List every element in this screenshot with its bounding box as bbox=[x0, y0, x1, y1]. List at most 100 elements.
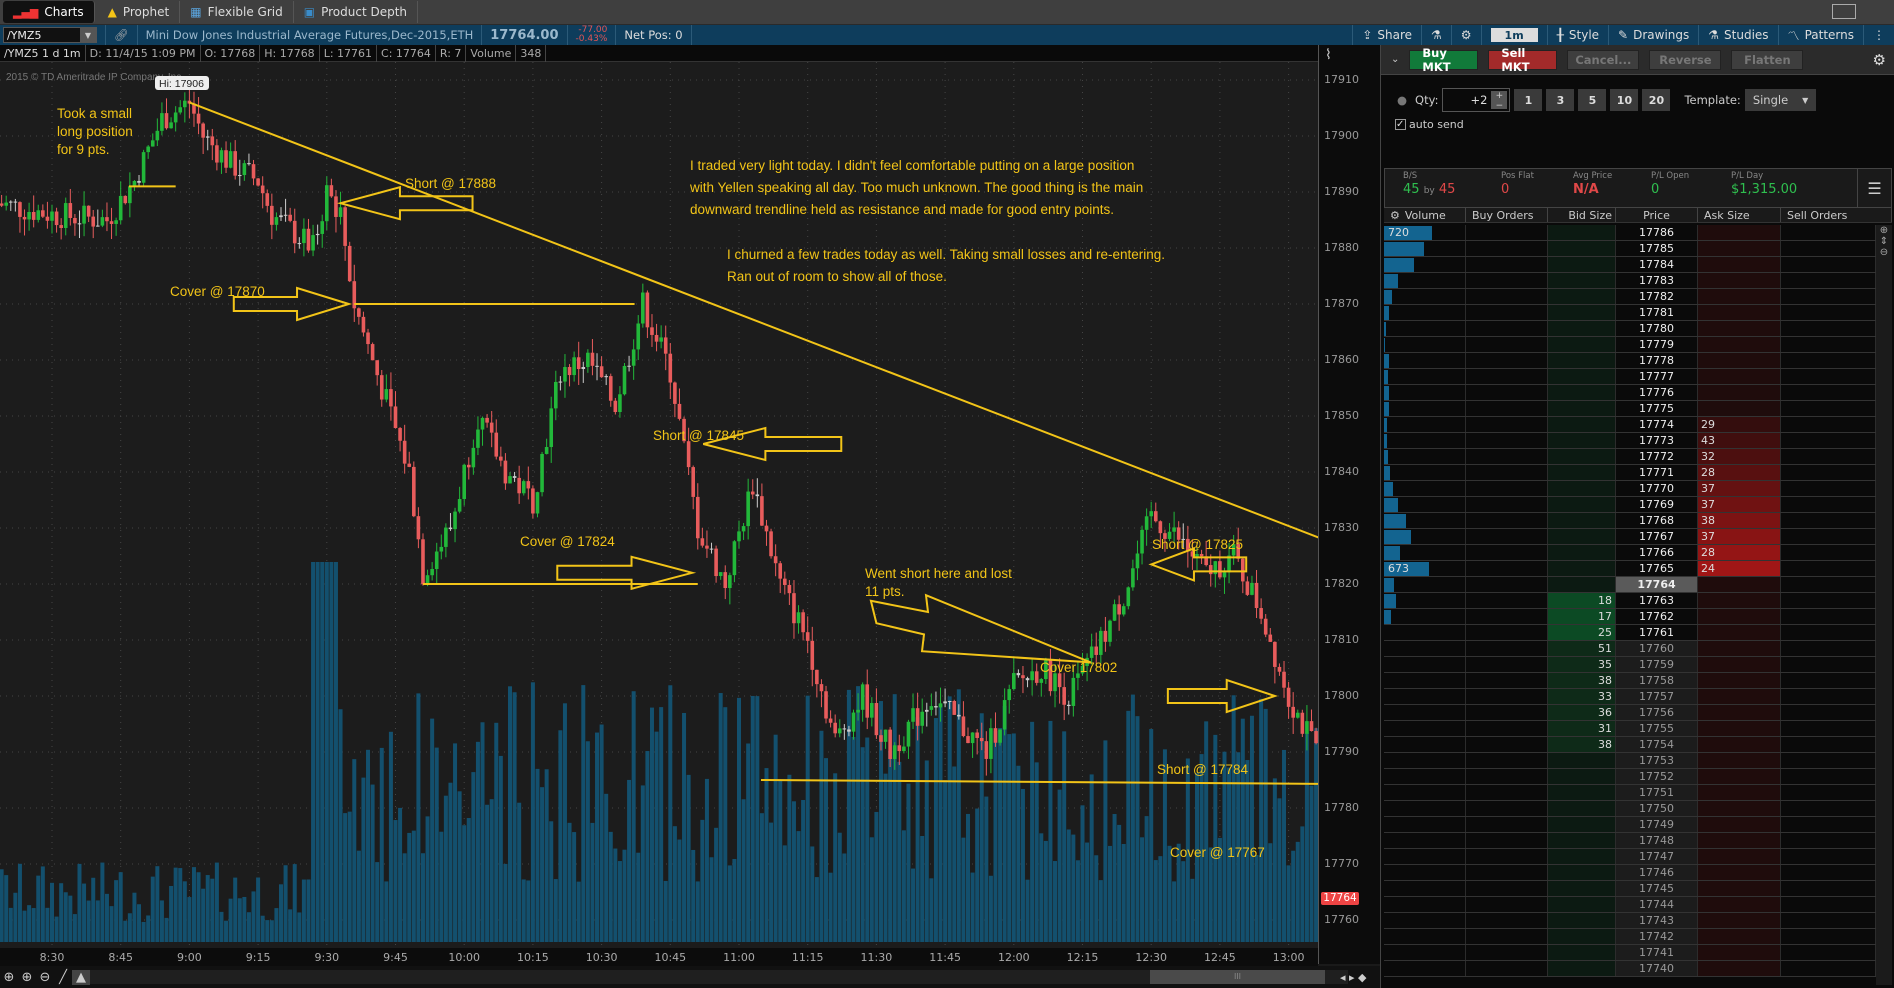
help-icon[interactable]: ● bbox=[1397, 93, 1407, 107]
buy-orders-cell[interactable] bbox=[1466, 273, 1548, 288]
sell-orders-cell[interactable] bbox=[1781, 529, 1876, 544]
bid-size-cell[interactable] bbox=[1548, 497, 1616, 512]
bid-size-cell[interactable] bbox=[1548, 529, 1616, 544]
sell-orders-cell[interactable] bbox=[1781, 545, 1876, 560]
gear-icon[interactable]: ⚙ bbox=[1390, 209, 1400, 222]
buy-orders-cell[interactable] bbox=[1466, 417, 1548, 432]
center-icon[interactable]: ⇕ bbox=[1876, 236, 1892, 247]
ask-size-cell[interactable] bbox=[1698, 945, 1781, 960]
ask-size-cell[interactable] bbox=[1698, 273, 1781, 288]
ask-size-cell[interactable]: 29 bbox=[1698, 417, 1781, 432]
reverse-button[interactable]: Reverse bbox=[1649, 49, 1722, 70]
bid-size-cell[interactable] bbox=[1548, 417, 1616, 432]
buy-orders-cell[interactable] bbox=[1466, 721, 1548, 736]
bid-size-cell[interactable] bbox=[1548, 769, 1616, 784]
ask-size-cell[interactable]: 38 bbox=[1698, 513, 1781, 528]
buy-orders-cell[interactable] bbox=[1466, 737, 1548, 752]
bid-size-cell[interactable] bbox=[1548, 881, 1616, 896]
bid-size-cell[interactable] bbox=[1548, 369, 1616, 384]
buy-orders-cell[interactable] bbox=[1466, 625, 1548, 640]
bid-size-cell[interactable] bbox=[1548, 817, 1616, 832]
sell-orders-cell[interactable] bbox=[1781, 337, 1876, 352]
qty-1-button[interactable]: 1 bbox=[1514, 89, 1543, 111]
sell-orders-cell[interactable] bbox=[1781, 417, 1876, 432]
buy-orders-cell[interactable] bbox=[1466, 769, 1548, 784]
sell-orders-cell[interactable] bbox=[1781, 289, 1876, 304]
ask-size-cell[interactable] bbox=[1698, 641, 1781, 656]
bid-size-cell[interactable] bbox=[1548, 241, 1616, 256]
col-volume[interactable]: ⚙ Volume bbox=[1384, 208, 1466, 222]
tab-prophet[interactable]: ▲ Prophet bbox=[98, 1, 181, 23]
bid-size-cell[interactable]: 25 bbox=[1548, 625, 1616, 640]
col-price[interactable]: Price bbox=[1616, 208, 1698, 222]
price-chart[interactable]: 2015 © TD Ameritrade IP Company, Inc. Hi… bbox=[0, 62, 1578, 964]
buy-orders-cell[interactable] bbox=[1466, 833, 1548, 848]
ask-size-cell[interactable] bbox=[1698, 305, 1781, 320]
chevron-down-icon[interactable]: ▼ bbox=[80, 28, 96, 42]
tab-product-depth[interactable]: ▣ Product Depth bbox=[294, 1, 419, 23]
patterns-button[interactable]: 〽 Patterns bbox=[1777, 25, 1863, 45]
qty-5-button[interactable]: 5 bbox=[1578, 89, 1607, 111]
style-button[interactable]: ╂ Style bbox=[1546, 25, 1608, 45]
ask-size-cell[interactable] bbox=[1698, 737, 1781, 752]
ask-size-cell[interactable]: 37 bbox=[1698, 497, 1781, 512]
bid-size-cell[interactable] bbox=[1548, 449, 1616, 464]
sell-orders-cell[interactable] bbox=[1781, 641, 1876, 656]
buy-orders-cell[interactable] bbox=[1466, 817, 1548, 832]
ask-size-cell[interactable] bbox=[1698, 801, 1781, 816]
buy-orders-cell[interactable] bbox=[1466, 785, 1548, 800]
buy-orders-cell[interactable] bbox=[1466, 657, 1548, 672]
gear-icon[interactable]: ⚙ bbox=[1873, 51, 1886, 69]
bid-size-cell[interactable] bbox=[1548, 257, 1616, 272]
qty-input[interactable]: +2 + − bbox=[1442, 88, 1511, 112]
ask-size-cell[interactable]: 28 bbox=[1698, 465, 1781, 480]
bid-size-cell[interactable]: 35 bbox=[1548, 657, 1616, 672]
ask-size-cell[interactable] bbox=[1698, 849, 1781, 864]
buy-orders-cell[interactable] bbox=[1466, 305, 1548, 320]
bid-size-cell[interactable] bbox=[1548, 305, 1616, 320]
buy-orders-cell[interactable] bbox=[1466, 881, 1548, 896]
ask-size-cell[interactable] bbox=[1698, 225, 1781, 240]
ask-size-cell[interactable] bbox=[1698, 721, 1781, 736]
sell-orders-cell[interactable] bbox=[1781, 625, 1876, 640]
bid-size-cell[interactable]: 33 bbox=[1548, 689, 1616, 704]
sell-orders-cell[interactable] bbox=[1781, 833, 1876, 848]
drawings-button[interactable]: ✎ Drawings bbox=[1608, 25, 1698, 45]
bid-size-cell[interactable] bbox=[1548, 513, 1616, 528]
buy-mkt-button[interactable]: Buy MKT bbox=[1409, 46, 1479, 74]
draw-line-icon[interactable]: ╱ bbox=[54, 970, 72, 985]
bid-size-cell[interactable]: 51 bbox=[1548, 641, 1616, 656]
sell-orders-cell[interactable] bbox=[1781, 753, 1876, 768]
buy-orders-cell[interactable] bbox=[1466, 593, 1548, 608]
sell-orders-cell[interactable] bbox=[1781, 913, 1876, 928]
buy-orders-cell[interactable] bbox=[1466, 913, 1548, 928]
expand-icon[interactable]: ▲ bbox=[72, 969, 90, 985]
sell-orders-cell[interactable] bbox=[1781, 385, 1876, 400]
list-menu-icon[interactable]: ☰ bbox=[1857, 169, 1891, 207]
ask-size-cell[interactable] bbox=[1698, 577, 1781, 592]
col-sell-orders[interactable]: Sell Orders bbox=[1781, 208, 1892, 222]
buy-orders-cell[interactable] bbox=[1466, 225, 1548, 240]
ask-size-cell[interactable] bbox=[1698, 689, 1781, 704]
chart-canvas[interactable]: 2015 © TD Ameritrade IP Company, Inc. Hi… bbox=[0, 62, 1578, 948]
bid-size-cell[interactable] bbox=[1548, 481, 1616, 496]
bid-size-cell[interactable] bbox=[1548, 577, 1616, 592]
settings-button[interactable]: ⚙ bbox=[1450, 25, 1481, 45]
link-icon[interactable]: 🔗︎ bbox=[105, 25, 138, 45]
studies-button[interactable]: ⚗ Studies bbox=[1698, 25, 1777, 45]
zoom-out-icon[interactable]: ⊖ bbox=[1876, 247, 1892, 258]
sell-orders-cell[interactable] bbox=[1781, 353, 1876, 368]
qty-10-button[interactable]: 10 bbox=[1610, 89, 1639, 111]
buy-orders-cell[interactable] bbox=[1466, 561, 1548, 576]
bid-size-cell[interactable] bbox=[1548, 865, 1616, 880]
bid-size-cell[interactable] bbox=[1548, 289, 1616, 304]
buy-orders-cell[interactable] bbox=[1466, 353, 1548, 368]
ask-size-cell[interactable] bbox=[1698, 897, 1781, 912]
buy-orders-cell[interactable] bbox=[1466, 689, 1548, 704]
col-buy-orders[interactable]: Buy Orders bbox=[1466, 208, 1548, 222]
sell-orders-cell[interactable] bbox=[1781, 865, 1876, 880]
buy-orders-cell[interactable] bbox=[1466, 385, 1548, 400]
buy-orders-cell[interactable] bbox=[1466, 801, 1548, 816]
bid-size-cell[interactable] bbox=[1548, 401, 1616, 416]
buy-orders-cell[interactable] bbox=[1466, 257, 1548, 272]
